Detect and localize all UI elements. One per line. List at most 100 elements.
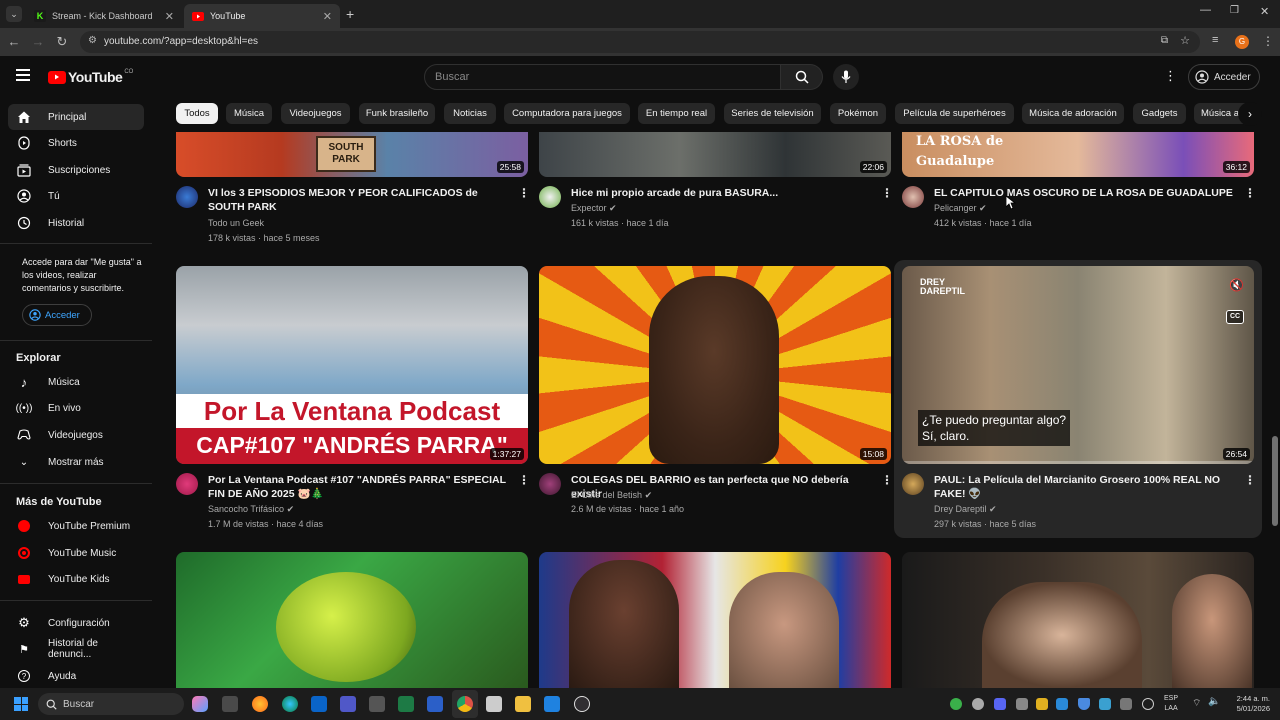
channel-avatar[interactable] [176,473,198,495]
store-icon[interactable] [222,696,238,712]
captions-icon[interactable]: CC [1226,310,1244,324]
search-button[interactable] [781,64,823,90]
extensions-icon[interactable]: ≡ [1212,34,1218,46]
video-thumbnail[interactable]: LA ROSA de Guadalupe 36:12 [902,132,1254,177]
chip-funk[interactable]: Funk brasileño [359,103,435,124]
tray-icon[interactable] [972,698,984,710]
video-menu-icon[interactable]: ⋮ [881,186,893,200]
forward-icon[interactable]: → [30,34,46,49]
video-title[interactable]: VI los 3 EPISODIOS MEJOR Y PEOR CALIFICA… [208,186,508,214]
sidebar-item-you[interactable]: Tú [8,183,144,209]
video-title[interactable]: Por La Ventana Podcast #107 "ANDRÉS PARR… [208,473,508,501]
sidebar-item-settings[interactable]: ⚙ Configuración [8,610,144,636]
reload-icon[interactable]: ↻ [54,34,70,50]
chip-superheroes[interactable]: Película de superhéroes [895,103,1014,124]
taskbar-search-box[interactable]: Buscar [38,693,184,715]
page-scrollbar[interactable] [1270,56,1280,688]
tray-icon[interactable] [1016,698,1028,710]
video-thumbnail[interactable]: Por La Ventana Podcast CAP#107 "ANDRÉS P… [176,266,528,464]
discord-icon[interactable] [994,698,1006,710]
calculator-icon[interactable] [369,696,385,712]
install-icon[interactable]: ⧉ [1161,35,1168,46]
video-title[interactable]: Hice mi propio arcade de pura BASURA... [571,186,871,200]
channel-avatar[interactable] [902,186,924,208]
video-title[interactable]: EL CAPITULO MAS OSCURO DE LA ROSA DE GUA… [934,186,1234,200]
firefox-icon[interactable] [252,696,268,712]
sidebar-signin-button[interactable]: Acceder [22,304,92,326]
channel-name[interactable]: El Cine del Betish ✔ [571,490,652,501]
signin-button[interactable]: Acceder [1188,64,1260,90]
youtube-logo[interactable]: YouTube CO [48,69,133,85]
tab-kick[interactable]: K Stream - Kick Dashboard ✕ [26,4,182,28]
video-thumbnail[interactable]: SOUTH PARK 25:58 [176,132,528,177]
close-tab-icon[interactable]: ✕ [323,10,332,23]
channel-name[interactable]: Todo un Geek [208,218,264,228]
chip-musica[interactable]: Música [226,103,272,124]
app-icon[interactable] [486,696,502,712]
tray-icon-green[interactable] [950,698,962,710]
video-thumbnail[interactable]: 22:06 [539,132,891,177]
bookmark-star-icon[interactable]: ☆ [1180,34,1190,47]
clock[interactable]: 2:44 a. m. 5/01/2026 [1228,694,1270,714]
sidebar-item-help[interactable]: ? Ayuda [8,663,144,689]
preview-progress-bar[interactable] [902,461,1254,464]
windows-start-icon[interactable] [14,697,28,711]
chip-pokemon[interactable]: Pokémon [830,103,886,124]
shield-icon[interactable] [1078,698,1090,710]
volume-icon[interactable]: 🔈 [1208,696,1220,707]
url-input[interactable]: ⚙ youtube.com/?app=desktop&hl=es ⧉ ☆ [80,31,1200,53]
word-icon[interactable] [427,696,443,712]
channel-avatar[interactable] [176,186,198,208]
chip-computadora[interactable]: Computadora para juegos [504,103,630,124]
wifi-icon[interactable]: ⌔ [1192,697,1201,710]
obs-icon[interactable] [574,696,590,712]
hamburger-menu-icon[interactable] [16,69,30,81]
sidebar-item-premium[interactable]: YouTube Premium [8,513,144,539]
sidebar-item-subscriptions[interactable]: Suscripciones [8,157,144,183]
chip-tiempo-real[interactable]: En tiempo real [638,103,715,124]
scrollbar-thumb[interactable] [1272,436,1278,526]
chip-videojuegos[interactable]: Videojuegos [281,103,350,124]
sync-icon[interactable] [1142,698,1154,710]
tab-youtube[interactable]: YouTube ✕ [184,4,340,28]
app-icon-blue[interactable] [544,696,560,712]
sidebar-item-principal[interactable]: Principal [8,104,144,130]
sidebar-item-kids[interactable]: YouTube Kids [8,566,144,592]
sidebar-item-gaming[interactable]: Videojuegos [8,422,144,448]
new-tab-button[interactable]: + [346,6,354,22]
profile-avatar[interactable]: G [1235,35,1249,49]
channel-avatar[interactable] [539,473,561,495]
mute-icon[interactable]: 🔇 [1229,278,1244,292]
chip-gadgets[interactable]: Gadgets [1133,103,1186,124]
back-icon[interactable]: ← [6,34,22,49]
video-menu-icon[interactable]: ⋮ [1244,473,1256,487]
video-thumbnail[interactable] [902,552,1254,688]
tray-icon[interactable] [1099,698,1111,710]
chip-series[interactable]: Series de televisión [724,103,821,124]
language-indicator[interactable]: ESP LAA [1164,694,1178,714]
chips-next-button[interactable]: › [1238,102,1262,126]
voice-search-button[interactable] [833,64,859,90]
sidebar-item-music-app[interactable]: YouTube Music [8,540,144,566]
sidebar-item-report-history[interactable]: ⚑ Historial de denunci... [8,636,144,662]
video-thumbnail[interactable] [176,552,528,688]
site-info-icon[interactable]: ⚙ [88,35,97,46]
settings-kebab-icon[interactable]: ⋮ [1164,68,1177,84]
sidebar-item-shorts[interactable]: Shorts [8,130,144,156]
excel-icon[interactable] [398,696,414,712]
video-menu-icon[interactable]: ⋮ [518,473,530,487]
channel-name[interactable]: Pelicanger ✔ [934,203,987,214]
video-title[interactable]: PAUL: La Película del Marcianito Grosero… [934,473,1234,501]
edge-icon[interactable] [282,696,298,712]
search-input[interactable]: Buscar [424,64,781,90]
chip-todos[interactable]: Todos [176,103,218,124]
channel-name[interactable]: Drey Dareptil ✔ [934,504,997,515]
file-explorer-icon[interactable] [515,696,531,712]
teams-icon[interactable] [340,696,356,712]
tray-icon[interactable] [1120,698,1132,710]
video-thumbnail[interactable] [539,552,891,688]
channel-avatar[interactable] [539,186,561,208]
chip-adoracion[interactable]: Música de adoración [1022,103,1124,124]
copilot-icon[interactable] [192,696,208,712]
minimize-icon[interactable]: — [1200,4,1211,16]
